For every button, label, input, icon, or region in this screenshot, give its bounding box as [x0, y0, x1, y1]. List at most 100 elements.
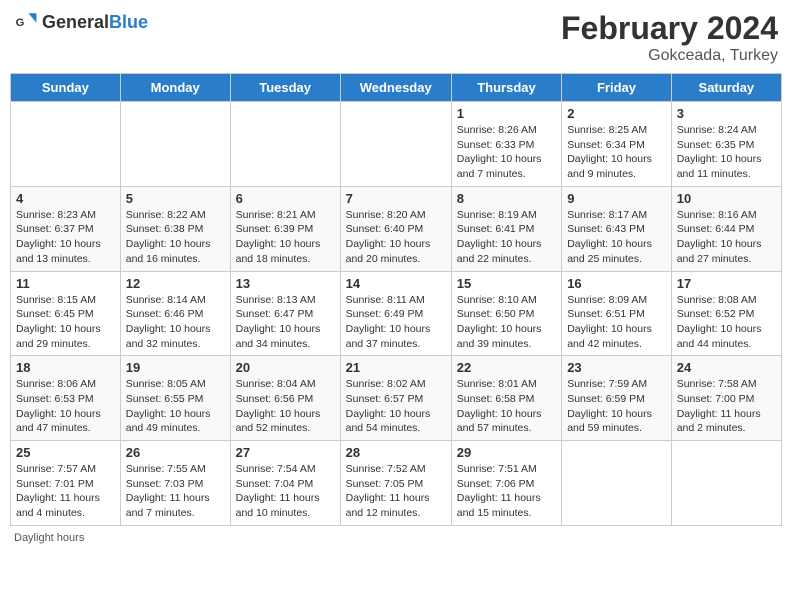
cell-day-number: 22 [457, 360, 556, 375]
day-header-thursday: Thursday [451, 74, 561, 102]
logo-blue: Blue [109, 12, 148, 32]
day-header-tuesday: Tuesday [230, 74, 340, 102]
cell-day-number: 4 [16, 191, 115, 206]
cell-day-number: 6 [236, 191, 335, 206]
calendar-cell [11, 102, 121, 187]
calendar-cell [230, 102, 340, 187]
day-header-friday: Friday [562, 74, 672, 102]
calendar-cell: 11 Sunrise: 8:15 AMSunset: 6:45 PMDayligh… [11, 271, 121, 356]
location-title: Gokceada, Turkey [561, 47, 778, 65]
cell-info: Sunrise: 8:11 AMSunset: 6:49 PMDaylight:… [346, 293, 446, 352]
cell-info: Sunrise: 8:26 AMSunset: 6:33 PMDaylight:… [457, 123, 556, 182]
cell-info: Sunrise: 8:01 AMSunset: 6:58 PMDaylight:… [457, 377, 556, 436]
calendar-week-row: 25 Sunrise: 7:57 AMSunset: 7:01 PMDayligh… [11, 441, 782, 526]
calendar-cell: 2 Sunrise: 8:25 AMSunset: 6:34 PMDaylight… [562, 102, 672, 187]
cell-day-number: 23 [567, 360, 666, 375]
calendar-cell [120, 102, 230, 187]
cell-day-number: 12 [126, 276, 225, 291]
day-header-sunday: Sunday [11, 74, 121, 102]
day-header-monday: Monday [120, 74, 230, 102]
calendar-cell: 7Sunrise: 8:20 AMSunset: 6:40 PMDaylight… [340, 186, 451, 271]
cell-day-number: 26 [126, 445, 225, 460]
calendar-cell: 4 Sunrise: 8:23 AMSunset: 6:37 PMDaylight… [11, 186, 121, 271]
calendar-cell: 29 Sunrise: 7:51 AMSunset: 7:06 PMDayligh… [451, 441, 561, 526]
cell-day-number: 29 [457, 445, 556, 460]
calendar-week-row: 11 Sunrise: 8:15 AMSunset: 6:45 PMDayligh… [11, 271, 782, 356]
cell-day-number: 21 [346, 360, 446, 375]
cell-day-number: 10 [677, 191, 776, 206]
cell-info: Sunrise: 8:19 AMSunset: 6:41 PMDaylight:… [457, 208, 556, 267]
page-header: G GeneralBlue February 2024 Gokceada, Tu… [10, 10, 782, 65]
cell-day-number: 14 [346, 276, 446, 291]
calendar-cell: 27 Sunrise: 7:54 AMSunset: 7:04 PMDayligh… [230, 441, 340, 526]
calendar-cell: 22 Sunrise: 8:01 AMSunset: 6:58 PMDayligh… [451, 356, 561, 441]
cell-day-number: 27 [236, 445, 335, 460]
cell-day-number: 2 [567, 106, 666, 121]
month-title: February 2024 [561, 10, 778, 47]
calendar-cell: 10 Sunrise: 8:16 AMSunset: 6:44 PMDayligh… [671, 186, 781, 271]
cell-info: Sunrise: 8:25 AMSunset: 6:34 PMDaylight:… [567, 123, 666, 182]
calendar-cell: 19Sunrise: 8:05 AMSunset: 6:55 PMDayligh… [120, 356, 230, 441]
calendar-cell [562, 441, 672, 526]
cell-info: Sunrise: 7:57 AMSunset: 7:01 PMDaylight:… [16, 462, 115, 521]
calendar-cell: 21 Sunrise: 8:02 AMSunset: 6:57 PMDayligh… [340, 356, 451, 441]
logo: G GeneralBlue [14, 10, 148, 34]
cell-day-number: 24 [677, 360, 776, 375]
cell-day-number: 15 [457, 276, 556, 291]
calendar-cell: 12 Sunrise: 8:14 AMSunset: 6:46 PMDayligh… [120, 271, 230, 356]
calendar-cell: 26 Sunrise: 7:55 AMSunset: 7:03 PMDayligh… [120, 441, 230, 526]
calendar-cell: 24 Sunrise: 7:58 AMSunset: 7:00 PMDayligh… [671, 356, 781, 441]
calendar-cell [340, 102, 451, 187]
cell-info: Sunrise: 7:58 AMSunset: 7:00 PMDaylight:… [677, 377, 776, 436]
cell-day-number: 3 [677, 106, 776, 121]
day-header-saturday: Saturday [671, 74, 781, 102]
calendar-cell: 18 Sunrise: 8:06 AMSunset: 6:53 PMDayligh… [11, 356, 121, 441]
calendar-cell: 1 Sunrise: 8:26 AMSunset: 6:33 PMDaylight… [451, 102, 561, 187]
calendar-cell: 13Sunrise: 8:13 AMSunset: 6:47 PMDayligh… [230, 271, 340, 356]
calendar-cell: 9Sunrise: 8:17 AMSunset: 6:43 PMDaylight… [562, 186, 672, 271]
cell-info: Sunrise: 8:24 AMSunset: 6:35 PMDaylight:… [677, 123, 776, 182]
svg-text:G: G [16, 17, 25, 29]
cell-info: Sunrise: 7:55 AMSunset: 7:03 PMDaylight:… [126, 462, 225, 521]
calendar-cell: 8 Sunrise: 8:19 AMSunset: 6:41 PMDaylight… [451, 186, 561, 271]
cell-day-number: 7 [346, 191, 446, 206]
daylight-label: Daylight hours [14, 532, 84, 544]
cell-day-number: 8 [457, 191, 556, 206]
calendar-cell: 16 Sunrise: 8:09 AMSunset: 6:51 PMDayligh… [562, 271, 672, 356]
cell-day-number: 1 [457, 106, 556, 121]
logo-general: General [42, 12, 109, 32]
calendar-cell: 20 Sunrise: 8:04 AMSunset: 6:56 PMDayligh… [230, 356, 340, 441]
cell-info: Sunrise: 8:17 AMSunset: 6:43 PMDaylight:… [567, 208, 666, 267]
cell-info: Sunrise: 8:15 AMSunset: 6:45 PMDaylight:… [16, 293, 115, 352]
calendar-cell: 28Sunrise: 7:52 AMSunset: 7:05 PMDayligh… [340, 441, 451, 526]
cell-info: Sunrise: 8:22 AMSunset: 6:38 PMDaylight:… [126, 208, 225, 267]
cell-info: Sunrise: 7:52 AMSunset: 7:05 PMDaylight:… [346, 462, 446, 521]
calendar-cell: 17Sunrise: 8:08 AMSunset: 6:52 PMDayligh… [671, 271, 781, 356]
cell-info: Sunrise: 8:02 AMSunset: 6:57 PMDaylight:… [346, 377, 446, 436]
cell-info: Sunrise: 8:06 AMSunset: 6:53 PMDaylight:… [16, 377, 115, 436]
cell-info: Sunrise: 8:14 AMSunset: 6:46 PMDaylight:… [126, 293, 225, 352]
cell-day-number: 18 [16, 360, 115, 375]
calendar-cell: 14 Sunrise: 8:11 AMSunset: 6:49 PMDayligh… [340, 271, 451, 356]
calendar-cell: 6 Sunrise: 8:21 AMSunset: 6:39 PMDaylight… [230, 186, 340, 271]
cell-day-number: 5 [126, 191, 225, 206]
cell-day-number: 19 [126, 360, 225, 375]
cell-info: Sunrise: 8:23 AMSunset: 6:37 PMDaylight:… [16, 208, 115, 267]
cell-day-number: 20 [236, 360, 335, 375]
cell-info: Sunrise: 8:21 AMSunset: 6:39 PMDaylight:… [236, 208, 335, 267]
cell-day-number: 16 [567, 276, 666, 291]
cell-info: Sunrise: 8:10 AMSunset: 6:50 PMDaylight:… [457, 293, 556, 352]
calendar-cell: 25 Sunrise: 7:57 AMSunset: 7:01 PMDayligh… [11, 441, 121, 526]
cell-day-number: 11 [16, 276, 115, 291]
cell-info: Sunrise: 8:04 AMSunset: 6:56 PMDaylight:… [236, 377, 335, 436]
cell-info: Sunrise: 7:51 AMSunset: 7:06 PMDaylight:… [457, 462, 556, 521]
day-header-wednesday: Wednesday [340, 74, 451, 102]
cell-info: Sunrise: 7:59 AMSunset: 6:59 PMDaylight:… [567, 377, 666, 436]
calendar-week-row: 4 Sunrise: 8:23 AMSunset: 6:37 PMDaylight… [11, 186, 782, 271]
cell-info: Sunrise: 8:09 AMSunset: 6:51 PMDaylight:… [567, 293, 666, 352]
cell-day-number: 25 [16, 445, 115, 460]
cell-info: Sunrise: 7:54 AMSunset: 7:04 PMDaylight:… [236, 462, 335, 521]
calendar-header-row: SundayMondayTuesdayWednesdayThursdayFrid… [11, 74, 782, 102]
calendar-table: SundayMondayTuesdayWednesdayThursdayFrid… [10, 73, 782, 526]
cell-info: Sunrise: 8:16 AMSunset: 6:44 PMDaylight:… [677, 208, 776, 267]
